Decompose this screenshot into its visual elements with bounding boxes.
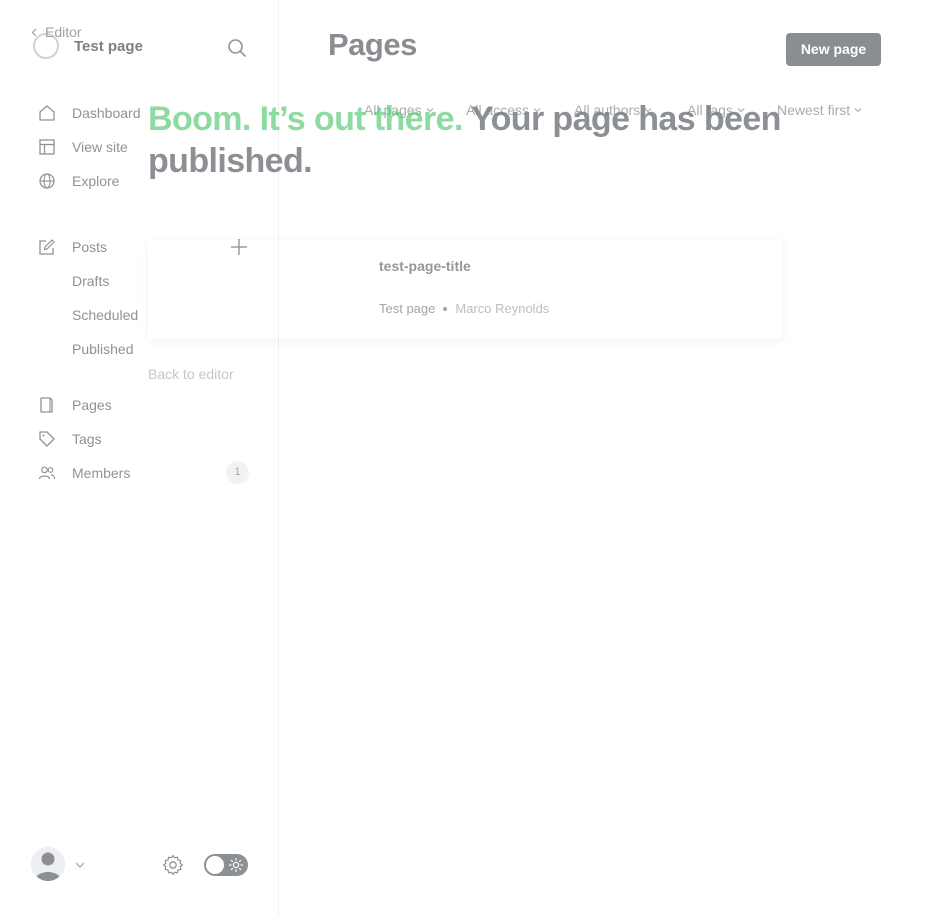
nav-explore[interactable]: Explore xyxy=(38,170,119,192)
filter-order[interactable]: Newest first xyxy=(777,102,862,118)
search-icon[interactable] xyxy=(226,37,248,59)
nav-posts-label: Posts xyxy=(72,239,108,255)
home-icon xyxy=(39,105,55,121)
nav-members[interactable]: Members xyxy=(38,462,130,484)
nav-tags[interactable]: Tags xyxy=(38,428,102,450)
publish-heading: Boom. It’s out there. Your page has been… xyxy=(148,98,788,182)
nav-posts[interactable]: Posts xyxy=(38,236,107,258)
globe-icon xyxy=(39,173,55,189)
back-to-editor-link[interactable]: Back to editor xyxy=(148,366,234,382)
nav-view-site-label: View site xyxy=(72,139,128,155)
tag-icon xyxy=(39,431,55,447)
nav-scheduled[interactable]: Scheduled xyxy=(72,307,138,323)
site-title[interactable]: Test page xyxy=(74,38,143,55)
nav-dashboard-label: Dashboard xyxy=(72,105,141,121)
nav-view-site[interactable]: View site xyxy=(38,136,128,158)
new-page-button[interactable]: New page xyxy=(786,33,881,66)
user-icon xyxy=(35,852,61,881)
nav-drafts[interactable]: Drafts xyxy=(72,273,109,289)
chevron-down-icon[interactable] xyxy=(73,858,87,872)
sun-icon xyxy=(228,857,244,873)
nav-members-label: Members xyxy=(72,465,131,481)
users-icon xyxy=(38,466,56,480)
nav-pages-label: Pages xyxy=(72,397,112,413)
pencil-square-icon xyxy=(39,239,55,255)
nav-explore-label: Explore xyxy=(72,173,120,189)
nav-tags-label: Tags xyxy=(72,431,102,447)
publish-heading-accent: Boom. It’s out there. xyxy=(148,100,463,138)
modal-back-label: Editor xyxy=(45,24,82,40)
published-page-card[interactable] xyxy=(148,240,782,339)
theme-toggle-knob xyxy=(206,856,224,874)
theme-toggle[interactable] xyxy=(204,854,248,876)
page-title: Pages xyxy=(328,27,417,62)
modal-back-link[interactable]: Editor xyxy=(30,24,82,40)
nav-published[interactable]: Published xyxy=(72,341,134,357)
gear-icon[interactable] xyxy=(161,853,185,877)
page-icon xyxy=(40,397,53,413)
layout-icon xyxy=(39,139,55,155)
avatar[interactable] xyxy=(31,847,65,881)
members-count-badge: 1 xyxy=(226,461,249,484)
chevron-down-icon xyxy=(854,108,862,113)
nav-dashboard[interactable]: Dashboard xyxy=(38,102,141,124)
chevron-left-icon xyxy=(31,28,37,36)
nav-pages[interactable]: Pages xyxy=(38,394,112,416)
